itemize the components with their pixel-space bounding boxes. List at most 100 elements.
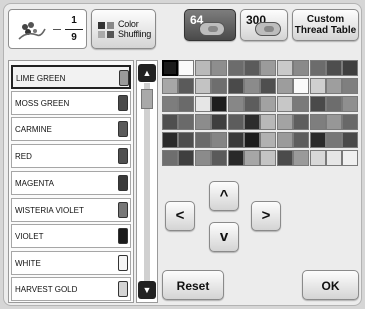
color-swatch[interactable] xyxy=(227,60,244,76)
thread-list-item[interactable]: VIOLET xyxy=(11,224,131,248)
table-64-button[interactable]: 64 xyxy=(184,9,236,41)
color-swatch[interactable] xyxy=(276,132,293,148)
thread-name: WISTERIA VIOLET xyxy=(15,206,84,215)
color-swatch[interactable] xyxy=(342,150,359,166)
scroll-down-button[interactable]: ▼ xyxy=(138,281,156,299)
color-swatch[interactable] xyxy=(342,78,359,94)
color-swatch[interactable] xyxy=(293,78,310,94)
color-swatch[interactable] xyxy=(342,132,359,148)
color-shuffling-button[interactable]: Color Shuffling xyxy=(91,9,156,49)
color-swatch[interactable] xyxy=(194,132,211,148)
color-swatch[interactable] xyxy=(194,78,211,94)
move-down-button[interactable]: v xyxy=(209,222,239,252)
color-swatch[interactable] xyxy=(178,114,195,130)
thread-list-item[interactable]: MAGENTA xyxy=(11,171,131,195)
color-swatch[interactable] xyxy=(342,96,359,112)
ok-button[interactable]: OK xyxy=(302,270,359,300)
color-swatch[interactable] xyxy=(227,132,244,148)
thread-list-item[interactable]: HARVEST GOLD xyxy=(11,277,131,301)
scroll-thumb[interactable] xyxy=(141,89,153,109)
move-right-button[interactable]: > xyxy=(251,201,281,231)
color-swatch[interactable] xyxy=(194,60,211,76)
thread-spool-icon xyxy=(118,281,128,297)
scroll-up-button[interactable]: ▲ xyxy=(138,64,156,82)
color-swatch[interactable] xyxy=(227,96,244,112)
color-swatch[interactable] xyxy=(244,60,260,76)
color-swatch[interactable] xyxy=(260,150,277,166)
color-swatch[interactable] xyxy=(227,150,244,166)
color-swatch[interactable] xyxy=(211,150,228,166)
color-swatch[interactable] xyxy=(211,60,228,76)
color-swatch[interactable] xyxy=(276,96,293,112)
color-swatch[interactable] xyxy=(162,132,178,148)
thread-list-item[interactable]: WHITE xyxy=(11,251,131,275)
color-swatch[interactable] xyxy=(211,78,228,94)
color-swatch[interactable] xyxy=(194,150,211,166)
color-swatch[interactable] xyxy=(211,96,228,112)
color-swatch[interactable] xyxy=(178,132,195,148)
color-swatch[interactable] xyxy=(162,60,178,76)
color-swatch[interactable] xyxy=(244,96,260,112)
color-swatch[interactable] xyxy=(260,114,277,130)
thread-list-item[interactable]: CARMINE xyxy=(11,117,131,141)
scroll-track[interactable] xyxy=(144,83,150,281)
color-swatch[interactable] xyxy=(309,132,326,148)
color-swatch[interactable] xyxy=(326,96,342,112)
color-swatch[interactable] xyxy=(227,78,244,94)
thread-list-item[interactable]: LIME GREEN xyxy=(11,65,131,89)
color-swatch[interactable] xyxy=(162,78,178,94)
color-swatch[interactable] xyxy=(194,96,211,112)
color-swatch[interactable] xyxy=(276,150,293,166)
color-swatch[interactable] xyxy=(326,150,342,166)
color-swatch[interactable] xyxy=(293,60,310,76)
color-swatch[interactable] xyxy=(244,114,260,130)
color-swatch[interactable] xyxy=(309,60,326,76)
thread-list-item[interactable]: RED xyxy=(11,144,131,168)
color-swatch[interactable] xyxy=(260,132,277,148)
move-left-button[interactable]: < xyxy=(165,201,195,231)
color-swatch[interactable] xyxy=(309,78,326,94)
color-shuffling-label: Color Shuffling xyxy=(118,19,152,39)
color-swatch[interactable] xyxy=(162,150,178,166)
color-swatch[interactable] xyxy=(244,132,260,148)
reset-button[interactable]: Reset xyxy=(162,270,224,300)
color-swatch[interactable] xyxy=(178,96,195,112)
thread-list-item[interactable]: MOSS GREEN xyxy=(11,91,131,115)
color-swatch[interactable] xyxy=(309,96,326,112)
color-swatch[interactable] xyxy=(162,114,178,130)
color-swatch[interactable] xyxy=(342,60,359,76)
color-swatch[interactable] xyxy=(178,78,195,94)
color-swatch[interactable] xyxy=(342,114,359,130)
color-swatch[interactable] xyxy=(293,150,310,166)
color-swatch[interactable] xyxy=(309,114,326,130)
color-swatch[interactable] xyxy=(260,96,277,112)
color-swatch[interactable] xyxy=(194,114,211,130)
color-swatch[interactable] xyxy=(326,114,342,130)
color-swatch[interactable] xyxy=(260,60,277,76)
custom-thread-table-button[interactable]: Custom Thread Table xyxy=(292,9,359,41)
color-swatch[interactable] xyxy=(276,78,293,94)
color-swatch[interactable] xyxy=(309,150,326,166)
color-swatch[interactable] xyxy=(211,114,228,130)
move-up-button[interactable]: ^ xyxy=(209,181,239,211)
thread-list-scrollbar[interactable]: ▲ ▼ xyxy=(136,60,158,303)
color-swatch[interactable] xyxy=(326,132,342,148)
color-swatch[interactable] xyxy=(244,78,260,94)
color-swatch[interactable] xyxy=(211,132,228,148)
color-swatch[interactable] xyxy=(260,78,277,94)
color-swatch[interactable] xyxy=(276,60,293,76)
color-swatch[interactable] xyxy=(244,150,260,166)
palette-icon xyxy=(98,22,114,38)
color-swatch[interactable] xyxy=(227,114,244,130)
color-swatch[interactable] xyxy=(293,114,310,130)
color-swatch[interactable] xyxy=(178,60,195,76)
color-swatch[interactable] xyxy=(178,150,195,166)
table-300-button[interactable]: 300 xyxy=(240,9,288,41)
color-swatch[interactable] xyxy=(293,132,310,148)
color-swatch[interactable] xyxy=(276,114,293,130)
color-swatch[interactable] xyxy=(326,60,342,76)
color-swatch[interactable] xyxy=(162,96,178,112)
thread-list-item[interactable]: WISTERIA VIOLET xyxy=(11,198,131,222)
color-swatch[interactable] xyxy=(293,96,310,112)
color-swatch[interactable] xyxy=(326,78,342,94)
